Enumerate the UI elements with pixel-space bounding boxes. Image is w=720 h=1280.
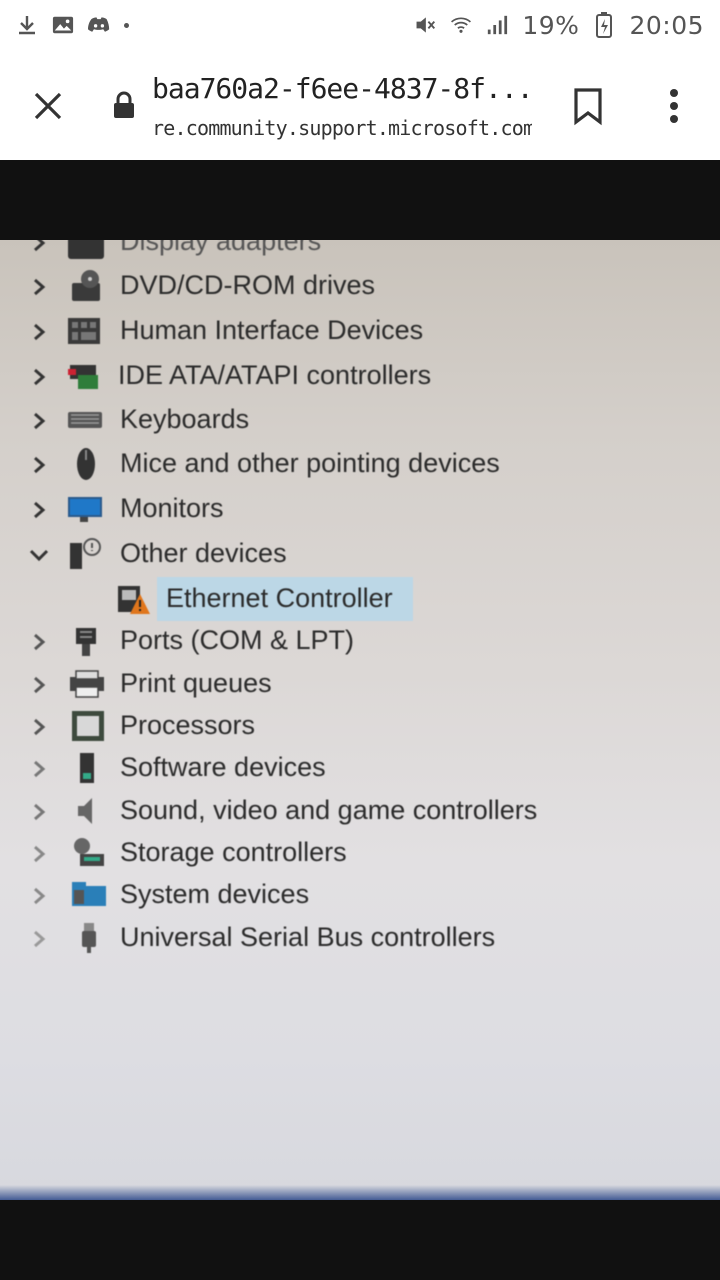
tree-label: Monitors (120, 493, 224, 523)
chevron-right-icon[interactable] (28, 928, 50, 950)
chevron-right-icon[interactable] (28, 843, 50, 865)
download-icon (16, 14, 38, 36)
tree-label: Human Interface Devices (120, 315, 424, 345)
taskbar-edge (0, 1185, 720, 1200)
mute-icon (414, 14, 436, 36)
tree-label: DVD/CD-ROM drives (120, 270, 376, 300)
tree-label: Keyboards (120, 404, 250, 434)
tree-label: Ports (COM & LPT) (120, 625, 355, 655)
usb-icon (82, 923, 96, 953)
image-icon (52, 14, 74, 36)
tree-label: Print queues (120, 668, 272, 698)
system-folder-icon (72, 882, 106, 906)
clock: 20:05 (629, 10, 704, 40)
image-viewer-top-bar (0, 160, 720, 240)
tree-row-ide[interactable]: IDE ATA/ATAPI controllers (0, 356, 720, 396)
chevron-right-icon[interactable] (28, 276, 50, 298)
keyboard-icon (68, 412, 102, 428)
chevron-right-icon[interactable] (28, 674, 50, 696)
tree-row-sound[interactable]: Sound, video and game controllers (0, 791, 720, 831)
tree-row-partial: Display adapters (0, 240, 720, 262)
tree-row-dvd[interactable]: DVD/CD-ROM drives (0, 266, 720, 306)
status-bar: 19% 20:05 (0, 0, 720, 50)
unknown-device-icon (70, 538, 101, 569)
tree-row-system-devices[interactable]: System devices (0, 875, 720, 915)
ide-controller-icon (68, 365, 98, 389)
more-vert-icon (670, 89, 678, 123)
browser-toolbar: baa760a2-f6ee-4837-8f... re.community.su… (0, 50, 720, 160)
tree-label: Software devices (120, 752, 326, 782)
display-adapter-icon (68, 240, 104, 259)
processor-icon (72, 711, 104, 741)
tree-row-processors[interactable]: Processors (0, 706, 720, 746)
discord-icon (88, 14, 110, 36)
tree-row-mice[interactable]: Mice and other pointing devices (0, 444, 720, 484)
more-options-button[interactable] (660, 86, 688, 126)
port-icon (76, 628, 96, 656)
monitor-icon (68, 497, 102, 522)
speaker-icon (78, 798, 92, 824)
chevron-right-icon[interactable] (28, 631, 50, 653)
bookmark-button[interactable] (572, 86, 604, 126)
tree-row-monitors[interactable]: Monitors (0, 489, 720, 529)
page-title[interactable]: baa760a2-f6ee-4837-8f... (152, 72, 532, 105)
tree-label: Storage controllers (120, 837, 347, 867)
chevron-right-icon[interactable] (28, 321, 50, 343)
device-manager-photo: Display adapters DVD/CD-ROM drives Human… (0, 240, 720, 1200)
tree-label: Sound, video and game controllers (120, 795, 538, 825)
status-bar-right: 19% 20:05 (414, 11, 704, 40)
tree-label: Display adapters (120, 240, 322, 256)
chevron-right-icon[interactable] (28, 801, 50, 823)
image-viewer-bottom-bar (0, 1200, 720, 1280)
close-tab-button[interactable] (28, 86, 68, 126)
chevron-right-icon[interactable] (28, 499, 50, 521)
chevron-right-icon (34, 240, 46, 252)
tree-row-keyboards[interactable]: Keyboards (0, 400, 720, 440)
chevron-right-icon[interactable] (28, 758, 50, 780)
mouse-icon (77, 448, 95, 480)
dvd-drive-icon (72, 270, 100, 301)
tree-label: Processors (120, 710, 256, 740)
notification-dot (124, 22, 129, 28)
warning-device-icon (118, 586, 150, 614)
status-bar-left (16, 14, 129, 36)
tree-label: Ethernet Controller (166, 583, 393, 613)
tree-label: IDE ATA/ATAPI controllers (118, 360, 432, 390)
lock-icon (112, 90, 136, 120)
tree-row-other-devices[interactable]: Other devices (0, 534, 720, 574)
tree-row-print-queues[interactable]: Print queues (0, 664, 720, 704)
tree-row-usb[interactable]: Universal Serial Bus controllers (0, 918, 720, 958)
close-icon (34, 92, 62, 120)
chevron-right-icon[interactable] (28, 410, 50, 432)
wifi-icon (450, 14, 472, 36)
battery-icon (593, 12, 615, 38)
tree-row-hid[interactable]: Human Interface Devices (0, 311, 720, 351)
tree-label: Other devices (120, 538, 287, 568)
url-domain[interactable]: re.community.support.microsoft.com (152, 116, 532, 140)
tree-row-software-devices[interactable]: Software devices (0, 748, 720, 788)
tree-row-storage[interactable]: Storage controllers (0, 833, 720, 873)
storage-icon (74, 838, 104, 866)
signal-icon (486, 14, 508, 36)
software-device-icon (80, 753, 94, 783)
bookmark-icon (574, 88, 602, 126)
printer-icon (70, 670, 104, 698)
tree-row-ethernet-controller[interactable]: Ethernet Controller (0, 577, 720, 621)
battery-percent: 19% (522, 10, 580, 40)
tree-label: Universal Serial Bus controllers (120, 922, 496, 952)
chevron-right-icon[interactable] (28, 716, 50, 738)
chevron-down-icon[interactable] (28, 544, 50, 566)
hid-icon (68, 318, 100, 344)
tree-label: System devices (120, 879, 310, 909)
chevron-right-icon[interactable] (28, 454, 50, 476)
tree-row-ports[interactable]: Ports (COM & LPT) (0, 621, 720, 661)
tree-label: Mice and other pointing devices (120, 448, 500, 478)
chevron-right-icon[interactable] (28, 366, 50, 388)
chevron-right-icon[interactable] (28, 885, 50, 907)
